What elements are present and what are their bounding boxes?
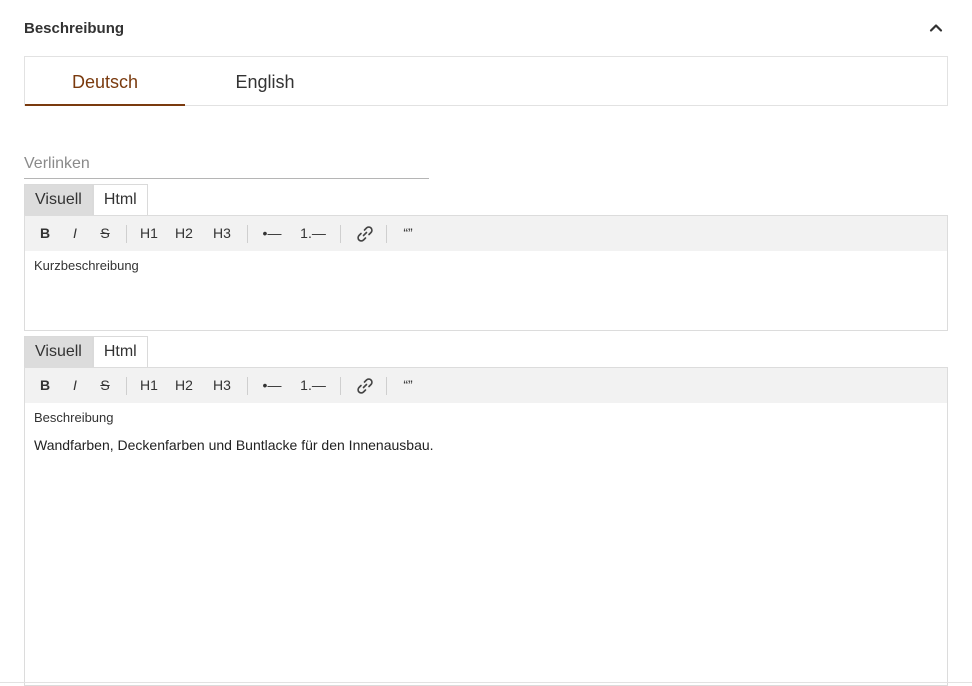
quote-button[interactable]: “”	[396, 216, 420, 251]
tab-deutsch[interactable]: Deutsch	[25, 57, 185, 106]
bullet-list-button[interactable]: •—	[257, 216, 287, 251]
language-tabs: Deutsch English	[24, 56, 948, 106]
strikethrough-button[interactable]: S	[93, 368, 117, 403]
editor-toolbar: B I S H1 H2 H3 •— 1.— “”	[24, 367, 948, 404]
toolbar-divider	[340, 377, 341, 395]
short-description-editor[interactable]: Kurzbeschreibung	[24, 251, 948, 331]
description-editor[interactable]: Beschreibung Wandfarben, Deckenfarben un…	[24, 403, 948, 686]
bold-button[interactable]: B	[33, 368, 57, 403]
divider	[0, 682, 972, 683]
mode-tab-html[interactable]: Html	[92, 336, 148, 367]
quote-button[interactable]: “”	[396, 368, 420, 403]
insert-link-button[interactable]	[351, 368, 379, 403]
bold-button[interactable]: B	[33, 216, 57, 251]
link-icon	[357, 226, 373, 243]
tab-english[interactable]: English	[185, 57, 345, 105]
toolbar-divider	[386, 225, 387, 243]
ordered-list-button[interactable]: 1.—	[297, 216, 329, 251]
heading3-button[interactable]: H3	[208, 216, 236, 251]
editor-mode-tabs: Visuell Html	[24, 336, 148, 367]
insert-link-button[interactable]	[351, 216, 379, 251]
toolbar-divider	[247, 225, 248, 243]
italic-button[interactable]: I	[63, 368, 87, 403]
italic-button[interactable]: I	[63, 216, 87, 251]
mode-tab-visual[interactable]: Visuell	[24, 336, 93, 367]
heading2-button[interactable]: H2	[170, 216, 198, 251]
ordered-list-button[interactable]: 1.—	[297, 368, 329, 403]
editor-content[interactable]: Wandfarben, Deckenfarben und Buntlacke f…	[34, 437, 434, 453]
mode-tab-html[interactable]: Html	[92, 184, 148, 215]
collapse-button[interactable]	[924, 16, 948, 40]
toolbar-divider	[247, 377, 248, 395]
toolbar-divider	[126, 377, 127, 395]
toolbar-divider	[386, 377, 387, 395]
chevron-up-icon	[929, 24, 943, 32]
heading2-button[interactable]: H2	[170, 368, 198, 403]
editor-mode-tabs: Visuell Html	[24, 184, 148, 215]
section-header: Beschreibung	[24, 0, 948, 56]
mode-tab-visual[interactable]: Visuell	[24, 184, 93, 215]
heading1-button[interactable]: H1	[135, 368, 163, 403]
editor-label: Beschreibung	[34, 410, 114, 425]
section-title: Beschreibung	[24, 20, 125, 37]
editor-label: Kurzbeschreibung	[34, 258, 139, 273]
strikethrough-button[interactable]: S	[93, 216, 117, 251]
bullet-list-button[interactable]: •—	[257, 368, 287, 403]
toolbar-divider	[126, 225, 127, 243]
heading1-button[interactable]: H1	[135, 216, 163, 251]
editor-toolbar: B I S H1 H2 H3 •— 1.— “”	[24, 215, 948, 252]
link-input[interactable]	[24, 150, 429, 179]
toolbar-divider	[340, 225, 341, 243]
heading3-button[interactable]: H3	[208, 368, 236, 403]
link-icon	[357, 378, 373, 395]
